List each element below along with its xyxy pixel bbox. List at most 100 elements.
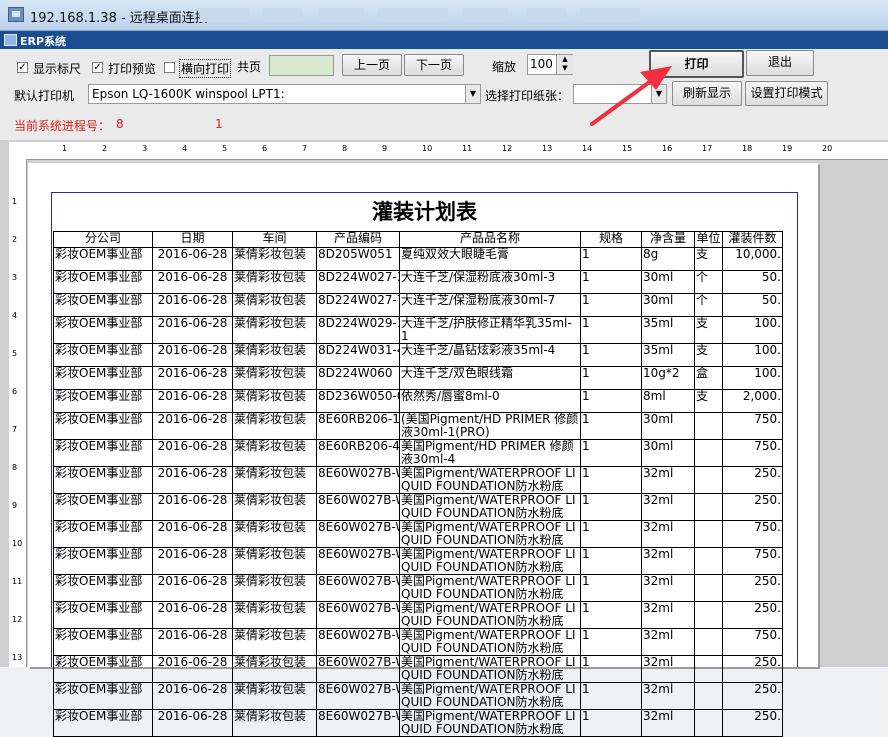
table-cell: 依然秀/唇蜜8ml-0	[399, 389, 581, 413]
table-cell: 8D224W029-1	[316, 316, 400, 344]
table-cell: 大连千芝/保湿粉底液30ml-3	[399, 270, 581, 294]
table-cell: 8D224W027-7	[316, 293, 400, 317]
table-cell	[694, 547, 723, 575]
table-header-cell: 产品品名称	[399, 231, 581, 248]
table-cell: 莱倩彩妆包装	[232, 366, 317, 390]
print-preview-checkbox[interactable]: ✓	[92, 62, 103, 73]
table-cell: 8E60W027B-W	[316, 574, 400, 602]
show-ruler-checkbox[interactable]: ✓	[17, 62, 28, 73]
table-cell: 32ml	[641, 547, 695, 575]
table-cell: 2016-06-28	[152, 574, 233, 602]
landscape-print-checkbox[interactable]	[164, 62, 175, 73]
table-cell: 750.	[722, 412, 783, 440]
table-cell: 莱倩彩妆包装	[232, 709, 317, 737]
table-header-cell: 规格	[580, 231, 642, 248]
process-number-value-2: 1	[215, 117, 223, 131]
table-cell: 100.	[722, 316, 783, 344]
ruler-tick-label: 10	[422, 144, 433, 153]
table-row: 彩妆OEM事业部 2016-06-28 莱倩彩妆包装 8D224W027-7 大连千芝/…	[53, 293, 783, 317]
table-row: 彩妆OEM事业部 2016-06-28 莱倩彩妆包装 8E60W027B-W 美国Pig…	[53, 628, 783, 656]
print-button[interactable]: 打印	[649, 50, 744, 78]
ruler-tick-label: 6	[12, 387, 18, 396]
table-cell: 2016-06-28	[152, 270, 233, 294]
table-cell: 夏纯双效大眼睫毛膏	[399, 247, 581, 271]
table-cell: 莱倩彩妆包装	[232, 574, 317, 602]
table-row: 彩妆OEM事业部 2016-06-28 莱倩彩妆包装 8D224W031-4 大连千芝/…	[53, 343, 783, 367]
table-cell: 30ml	[641, 270, 695, 294]
default-printer-label: 默认打印机	[14, 89, 75, 103]
table-cell: 莱倩彩妆包装	[232, 628, 317, 656]
table-header-cell: 灌装件数	[722, 231, 783, 248]
table-cell: 8E60W027B-W	[316, 709, 400, 737]
table-cell: 彩妆OEM事业部	[53, 493, 153, 521]
table-cell: 8E60W027B-W	[316, 520, 400, 548]
table-cell: 10g*2	[641, 366, 695, 390]
table-row: 彩妆OEM事业部 2016-06-28 莱倩彩妆包装 8E60W027B-W 美国Pig…	[53, 601, 783, 629]
table-cell: 莱倩彩妆包装	[232, 655, 317, 683]
table-cell: 莱倩彩妆包装	[232, 493, 317, 521]
table-header-cell: 日期	[152, 231, 233, 248]
printer-dropdown-icon[interactable]: ▼	[465, 85, 480, 103]
refresh-display-button[interactable]: 刷新显示	[672, 81, 742, 106]
table-cell: 2016-06-28	[152, 247, 233, 271]
table-cell: 32ml	[641, 655, 695, 683]
table-cell: 35ml	[641, 343, 695, 367]
exit-button[interactable]: 退出	[746, 50, 814, 76]
blurred-tab	[378, 8, 448, 22]
table-cell: 1	[580, 682, 642, 710]
ruler-tick-label: 4	[12, 311, 18, 320]
table-cell	[694, 601, 723, 629]
table-cell: 莱倩彩妆包装	[232, 466, 317, 494]
pages-field[interactable]	[269, 55, 334, 76]
table-cell: 250.	[722, 574, 783, 602]
table-cell: 美国Pigment/WATERPROOF LIQUID FOUNDATION防水…	[399, 682, 581, 710]
table-cell: 1	[580, 316, 642, 344]
print-preview-label: 打印预览	[108, 62, 157, 76]
ruler-tick-label: 9	[12, 501, 18, 510]
paper-dropdown-icon[interactable]: ▼	[651, 85, 666, 103]
table-cell: 美国Pigment/WATERPROOF LIQUID FOUNDATION防水…	[399, 520, 581, 548]
table-cell: 彩妆OEM事业部	[53, 520, 153, 548]
table-cell: 250.	[722, 655, 783, 683]
table-cell: 彩妆OEM事业部	[53, 270, 153, 294]
table-cell: 彩妆OEM事业部	[53, 682, 153, 710]
table-cell: 2016-06-28	[152, 547, 233, 575]
table-row: 彩妆OEM事业部 2016-06-28 莱倩彩妆包装 8E60RB206-4 美国Pig…	[53, 439, 783, 467]
table-cell: 莱倩彩妆包装	[232, 412, 317, 440]
table-cell: 8E60W027B-W	[316, 466, 400, 494]
table-cell: 彩妆OEM事业部	[53, 293, 153, 317]
table-cell: 美国Pigment/WATERPROOF LIQUID FOUNDATION防水…	[399, 466, 581, 494]
table-cell: 8D224W027-3	[316, 270, 400, 294]
table-cell: 莱倩彩妆包装	[232, 293, 317, 317]
report-title: 灌装计划表	[372, 199, 477, 224]
fill-plan-table: 分公司 日期 车间 产品编码 产品品名称 规格 净含量 单位 灌装件数 彩妆OEM事业部 2016…	[53, 231, 783, 737]
next-page-button[interactable]: 下一页	[404, 54, 464, 76]
zoom-spin-arrows-icon[interactable]: ▲ ▼	[556, 55, 573, 74]
printer-value: Epson LQ-1600K winspool LPT1:	[92, 87, 285, 101]
table-cell: 8D224W031-4	[316, 343, 400, 367]
table-cell: 彩妆OEM事业部	[53, 628, 153, 656]
table-cell: 30ml	[641, 439, 695, 467]
table-cell: 1	[580, 547, 642, 575]
table-cell: 彩妆OEM事业部	[53, 412, 153, 440]
prev-page-button[interactable]: 上一页	[342, 54, 402, 76]
table-cell: 彩妆OEM事业部	[53, 547, 153, 575]
table-cell: 1	[580, 520, 642, 548]
table-cell: 32ml	[641, 628, 695, 656]
ruler-tick-label: 19	[782, 144, 793, 153]
table-cell: 美国Pigment/WATERPROOF LIQUID FOUNDATION防水…	[399, 709, 581, 737]
printer-select[interactable]: Epson LQ-1600K winspool LPT1:	[88, 84, 481, 104]
table-cell: 1	[580, 628, 642, 656]
ruler-tick-label: 15	[622, 144, 633, 153]
table-cell: 8g	[641, 247, 695, 271]
ruler-tick-label: 9	[382, 144, 388, 153]
table-row: 彩妆OEM事业部 2016-06-28 莱倩彩妆包装 8E60W027B-W 美国Pig…	[53, 520, 783, 548]
table-row: 彩妆OEM事业部 2016-06-28 莱倩彩妆包装 8E60W027B-W 美国Pig…	[53, 709, 783, 737]
table-cell: 彩妆OEM事业部	[53, 439, 153, 467]
ruler-tick-label: 12	[502, 144, 513, 153]
table-cell: 莱倩彩妆包装	[232, 389, 317, 413]
set-print-mode-button[interactable]: 设置打印模式	[745, 81, 828, 106]
ruler-tick-label: 13	[542, 144, 553, 153]
horizontal-ruler: 1 2 3 4 5 6 7 8 9 10 11 12 13 14 15 16 17 18 19 20	[9, 142, 888, 160]
ruler-tick-label: 1	[62, 144, 68, 153]
